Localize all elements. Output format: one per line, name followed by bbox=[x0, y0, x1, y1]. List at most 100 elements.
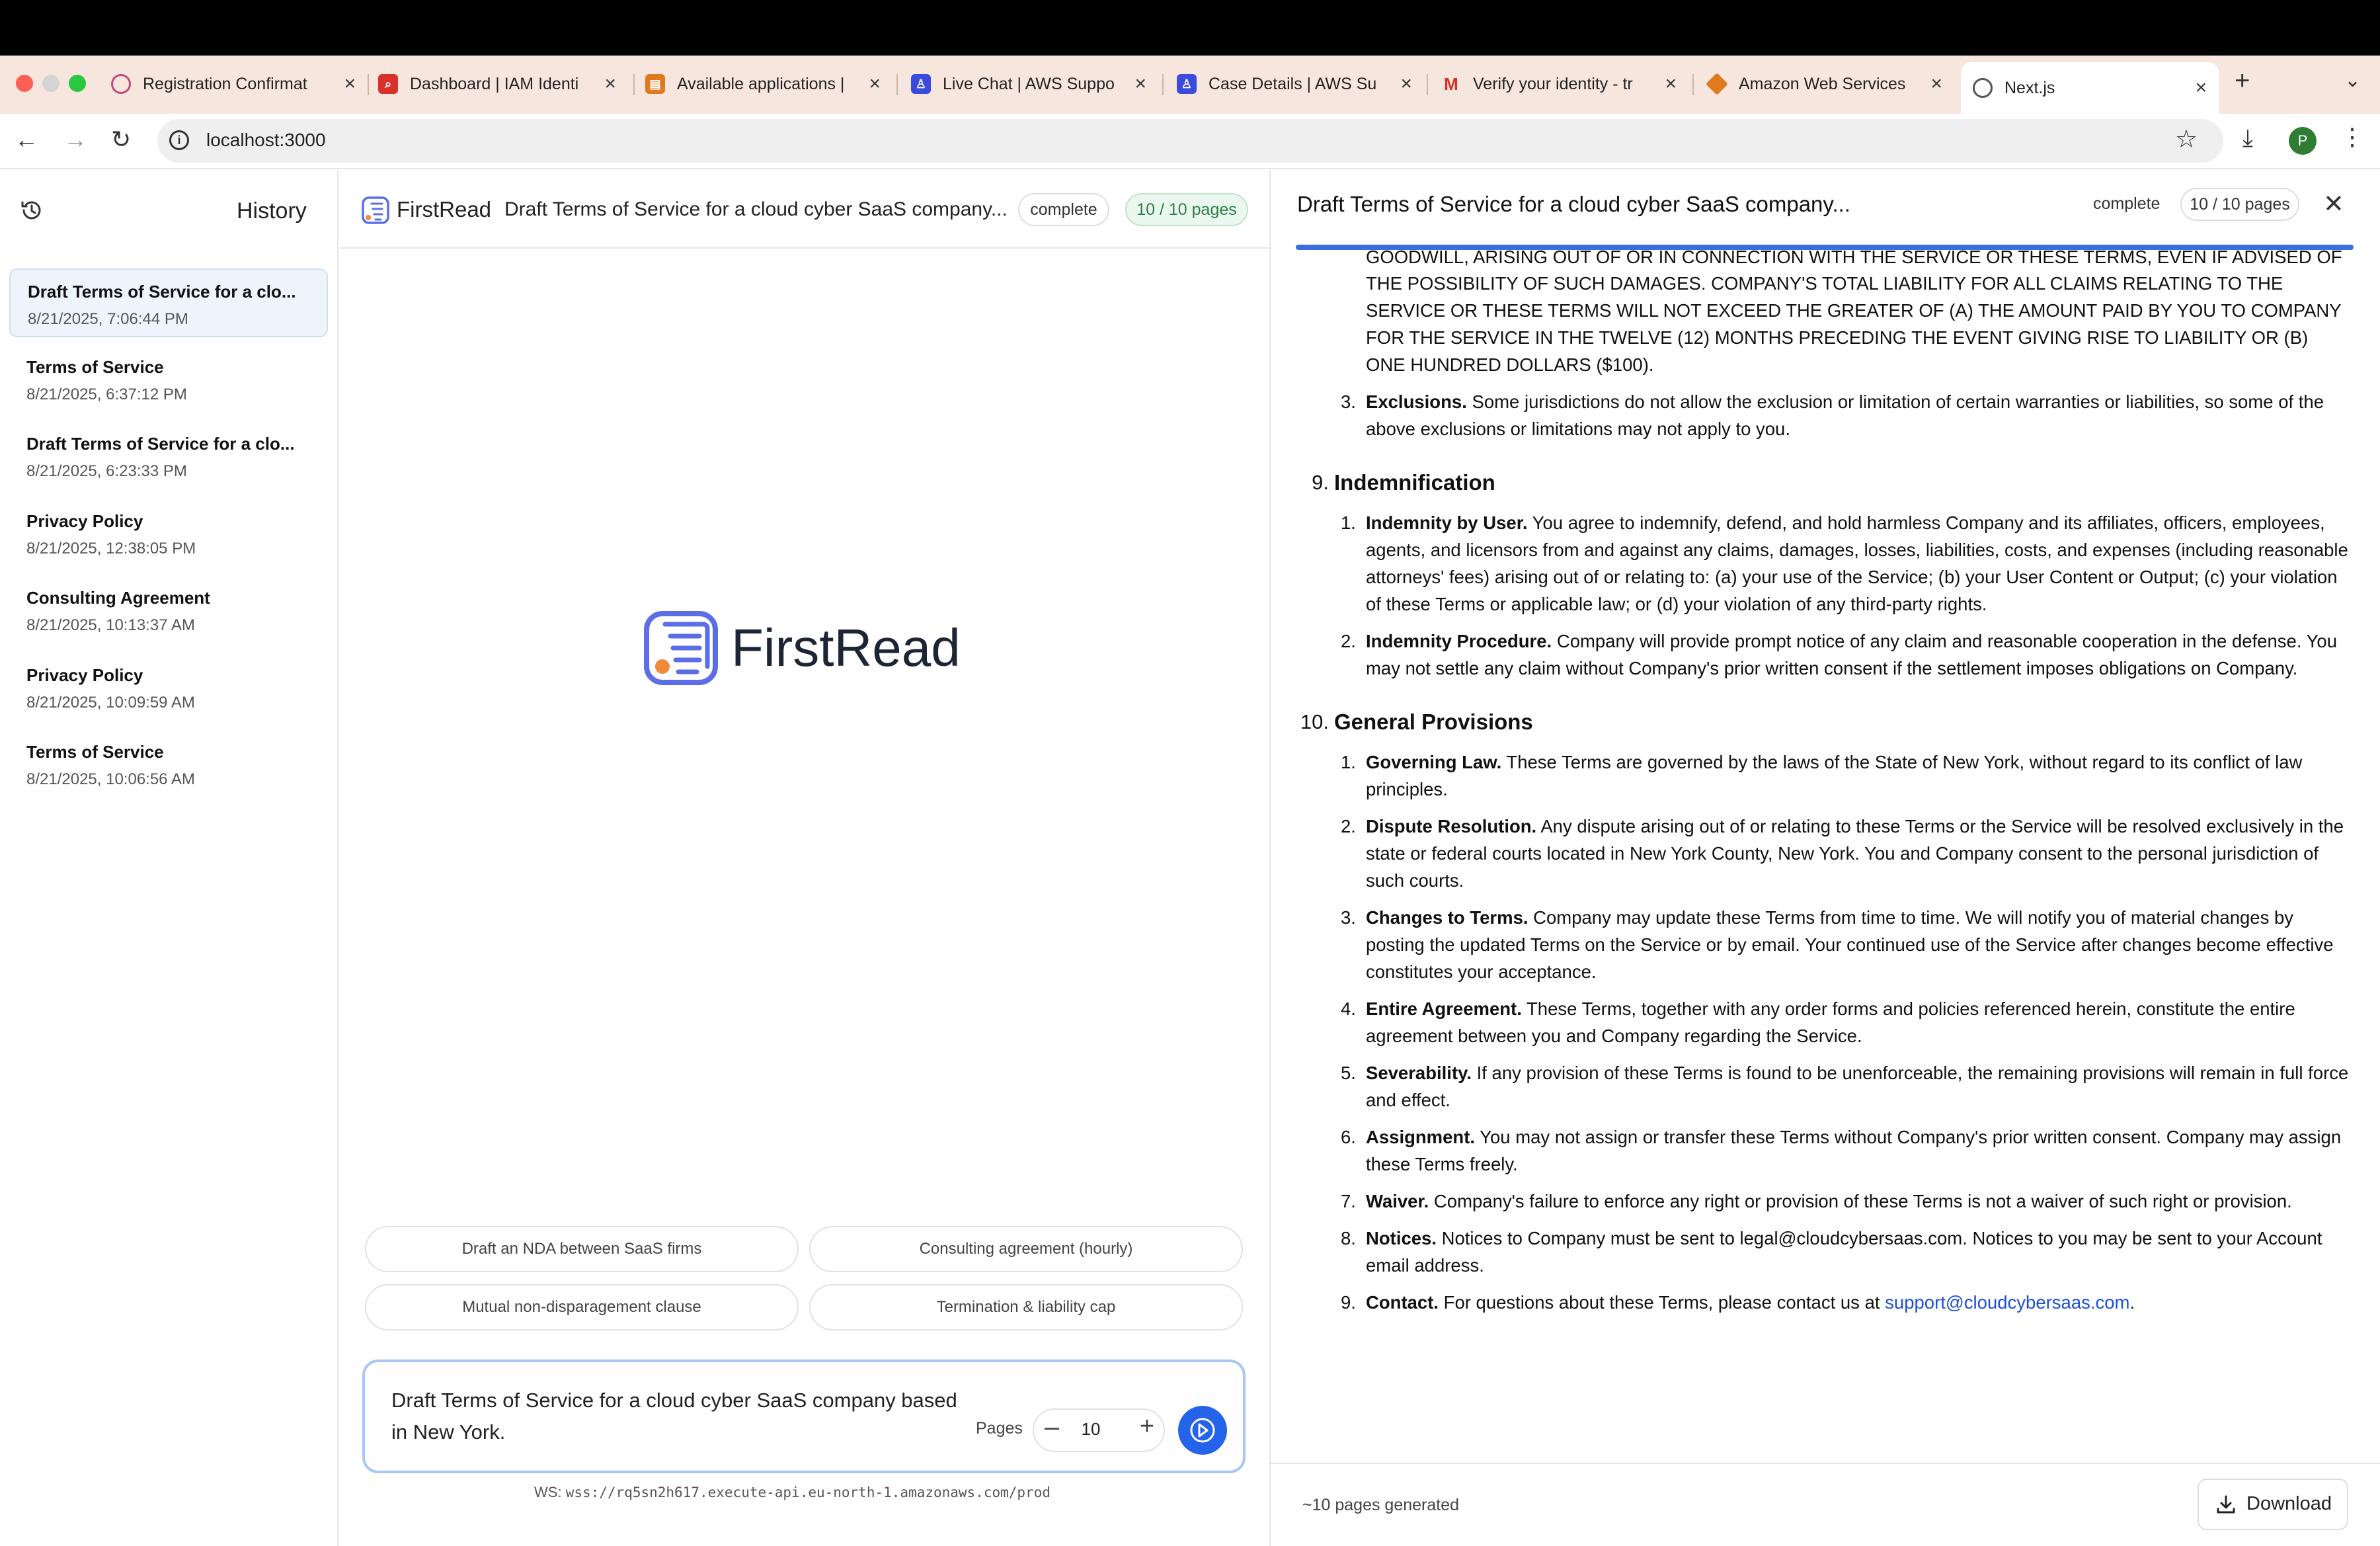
list-item: 6. Assignment. You may not assign or tra… bbox=[1294, 1123, 2352, 1178]
history-item-date: 8/21/2025, 10:13:37 AM bbox=[26, 616, 195, 634]
history-item-date: 8/21/2025, 10:06:56 AM bbox=[26, 770, 195, 788]
bookmark-star-icon[interactable]: ☆ bbox=[2175, 124, 2198, 154]
close-icon[interactable]: ✕ bbox=[2323, 189, 2344, 219]
suggestion-chip[interactable]: Mutual non-disparagement clause bbox=[365, 1284, 799, 1330]
history-item[interactable]: Privacy Policy 8/21/2025, 12:38:05 PM bbox=[9, 499, 328, 568]
list-item-heading: Assignment. bbox=[1366, 1127, 1476, 1147]
list-item-heading: Severability. bbox=[1366, 1063, 1472, 1083]
suggestion-chip[interactable]: Consulting agreement (hourly) bbox=[809, 1226, 1243, 1272]
history-item[interactable]: Draft Terms of Service for a clo... 8/21… bbox=[9, 268, 328, 337]
new-tab-icon[interactable]: + bbox=[2235, 66, 2250, 96]
decrement-button[interactable]: – bbox=[1042, 1412, 1062, 1442]
section-number: 10. bbox=[1300, 710, 1329, 733]
browser-tab-active[interactable]: Next.js × bbox=[1961, 62, 2219, 114]
prompt-input[interactable]: Draft Terms of Service for a cloud cyber… bbox=[391, 1385, 960, 1448]
list-item: 5. Severability. If any provision of the… bbox=[1294, 1059, 2352, 1114]
tab-separator bbox=[1692, 74, 1694, 95]
close-tab-icon[interactable]: × bbox=[1930, 73, 1942, 95]
list-number: 3. bbox=[1341, 907, 1356, 928]
list-item-text: For questions about these Terms, please … bbox=[1439, 1292, 1885, 1313]
suggestion-chip[interactable]: Draft an NDA between SaaS firms bbox=[365, 1226, 799, 1272]
reload-icon[interactable]: ↻ bbox=[111, 126, 131, 153]
browser-menu-icon[interactable]: ⋮ bbox=[2340, 123, 2364, 151]
tab-title: Case Details | AWS Su bbox=[1209, 74, 1377, 93]
list-item-text-end: . bbox=[2129, 1292, 2135, 1313]
increment-button[interactable]: + bbox=[1137, 1412, 1157, 1441]
firstread-logo-icon bbox=[362, 196, 389, 224]
document-content[interactable]: GOODWILL, ARISING OUT OF OR IN CONNECTIO… bbox=[1294, 250, 2352, 1461]
history-item-title: Privacy Policy bbox=[26, 665, 143, 685]
close-tab-icon[interactable]: × bbox=[1134, 73, 1146, 95]
download-label[interactable]: Download bbox=[2246, 1493, 2332, 1515]
maximize-window-button[interactable] bbox=[69, 75, 86, 92]
browser-tab[interactable]: Registration Confirmat × bbox=[111, 65, 356, 103]
forward-icon[interactable]: → bbox=[63, 126, 87, 153]
ws-url: wss://rq5sn2h617.execute-api.eu-north-1.… bbox=[565, 1485, 1051, 1500]
downloads-icon[interactable]: ⤓ bbox=[2242, 124, 2253, 153]
browser-tab[interactable]: ♙ Live Chat | AWS Suppo × bbox=[911, 65, 1146, 103]
browser-tab[interactable]: ▤ Available applications | × bbox=[645, 65, 881, 103]
document-pages-badge: 10 / 10 pages bbox=[2180, 188, 2299, 221]
history-icon[interactable] bbox=[20, 198, 44, 222]
list-item: 2. Indemnity Procedure. Company will pro… bbox=[1294, 628, 2352, 682]
list-number: 7. bbox=[1341, 1191, 1356, 1211]
document-title: Draft Terms of Service for a cloud cyber… bbox=[1297, 192, 1850, 216]
suggestion-chip[interactable]: Termination & liability cap bbox=[809, 1284, 1243, 1330]
pages-value[interactable]: 10 bbox=[1078, 1419, 1104, 1440]
close-tab-icon[interactable]: × bbox=[869, 73, 881, 95]
list-item-text: Company's failure to enforce any right o… bbox=[1429, 1191, 2292, 1211]
browser-tab[interactable]: ⌕ Dashboard | IAM Identi × bbox=[378, 65, 616, 103]
list-item: 8. Notices. Notices to Company must be s… bbox=[1294, 1225, 2352, 1279]
support-email-link[interactable]: support@cloudcybersaas.com bbox=[1885, 1292, 2129, 1313]
list-item-heading: Indemnity by User. bbox=[1366, 512, 1528, 533]
close-tab-icon[interactable]: × bbox=[1665, 73, 1677, 95]
aws-support-icon: ♙ bbox=[1177, 74, 1197, 94]
iam-icon: ⌕ bbox=[378, 74, 398, 94]
history-item[interactable]: Terms of Service 8/21/2025, 6:37:12 PM bbox=[9, 345, 328, 414]
history-item[interactable]: Consulting Agreement 8/21/2025, 10:13:37… bbox=[9, 576, 328, 645]
history-item[interactable]: Terms of Service 8/21/2025, 10:06:56 AM bbox=[9, 730, 328, 799]
address-bar[interactable] bbox=[157, 119, 2223, 163]
close-tab-icon[interactable]: × bbox=[1400, 73, 1412, 95]
list-item-text: You may not assign or transfer these Ter… bbox=[1366, 1127, 2342, 1174]
document-paragraph: THE POSSIBILITY OF SUCH DAMAGES. COMPANY… bbox=[1366, 273, 2342, 375]
avatar[interactable]: P bbox=[2289, 127, 2317, 155]
browser-tab[interactable]: M Verify your identity - tr × bbox=[1441, 65, 1677, 103]
list-number: 4. bbox=[1341, 998, 1356, 1019]
registration-icon bbox=[111, 74, 131, 94]
history-title: History bbox=[237, 198, 307, 224]
history-item[interactable]: Draft Terms of Service for a clo... 8/21… bbox=[9, 422, 328, 491]
chevron-down-icon[interactable]: ⌄ bbox=[2344, 69, 2361, 92]
history-item[interactable]: Privacy Policy 8/21/2025, 10:09:59 AM bbox=[9, 653, 328, 722]
list-item: 3. Exclusions. Some jurisdictions do not… bbox=[1294, 388, 2352, 442]
tab-title: Live Chat | AWS Suppo bbox=[943, 74, 1115, 93]
download-icon bbox=[2217, 1495, 2235, 1514]
list-item: 9. Contact. For questions about these Te… bbox=[1294, 1289, 2352, 1316]
list-number: 1. bbox=[1341, 752, 1356, 772]
close-tab-icon[interactable]: × bbox=[344, 73, 356, 95]
close-tab-icon[interactable]: × bbox=[604, 73, 616, 95]
history-item-title: Draft Terms of Service for a clo... bbox=[28, 282, 296, 302]
close-window-button[interactable] bbox=[16, 75, 33, 92]
pages-generated-note: ~10 pages generated bbox=[1302, 1496, 1460, 1514]
partial-text-line: GOODWILL, ARISING OUT OF OR IN CONNECTIO… bbox=[1366, 250, 2352, 270]
list-item-heading: Governing Law. bbox=[1366, 752, 1502, 772]
pages-badge: 10 / 10 pages bbox=[1125, 193, 1248, 226]
firstread-logo-icon bbox=[644, 611, 718, 685]
minimize-window-button[interactable] bbox=[42, 75, 60, 92]
history-item-title: Draft Terms of Service for a clo... bbox=[26, 434, 295, 454]
browser-tab[interactable]: Amazon Web Services × bbox=[1706, 65, 1942, 103]
globe-icon bbox=[1973, 78, 1993, 98]
browser-tab[interactable]: ♙ Case Details | AWS Su × bbox=[1177, 65, 1412, 103]
history-item-title: Terms of Service bbox=[26, 357, 164, 377]
send-button[interactable] bbox=[1178, 1406, 1227, 1455]
url-text[interactable]: localhost:3000 bbox=[206, 130, 326, 151]
site-info-icon[interactable]: i bbox=[169, 130, 189, 150]
gmail-icon: M bbox=[1444, 73, 1458, 94]
tab-separator bbox=[1162, 74, 1164, 95]
close-tab-icon[interactable]: × bbox=[2195, 77, 2207, 99]
history-item-date: 8/21/2025, 10:09:59 AM bbox=[26, 694, 195, 712]
back-icon[interactable]: ← bbox=[15, 126, 38, 153]
history-item-date: 8/21/2025, 6:23:33 PM bbox=[26, 462, 187, 480]
list-item: 3. Changes to Terms. Company may update … bbox=[1294, 904, 2352, 985]
